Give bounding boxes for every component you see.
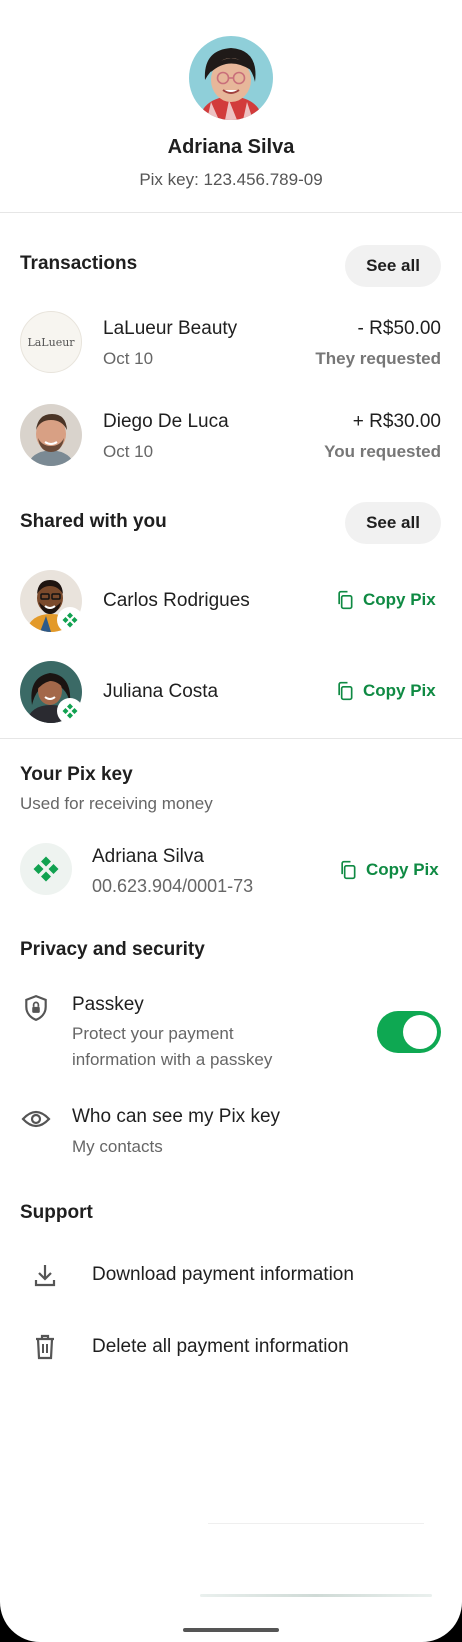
trash-icon [36,1334,54,1360]
copy-pix-button[interactable]: Copy Pix [335,681,436,701]
your-pix-key: 00.623.904/0001-73 [92,876,254,896]
pix-visibility-title: Who can see my Pix key [72,1106,281,1127]
transaction-date: Oct 10 [103,442,154,461]
passkey-toggle[interactable] [377,1011,441,1053]
copy-icon [338,681,353,701]
your-pix-row[interactable]: Adriana Silva 00.623.904/0001-73 Copy Pi… [0,840,462,904]
pix-badge-icon [57,607,83,633]
shared-see-all-button[interactable]: See all [345,502,441,544]
support-title: Support [20,1202,93,1223]
download-icon [34,1265,56,1287]
faint-divider [208,1523,424,1524]
screen: Adriana Silva Pix key: 123.456.789-09 Tr… [0,0,462,1642]
transaction-row-lalueur[interactable]: LaLueur LaLueur Beauty Oct 10 - R$50.00 … [0,310,462,374]
profile-header: Adriana Silva Pix key: 123.456.789-09 [0,0,462,213]
shared-title: Shared with you [20,511,167,532]
copy-pix-button[interactable]: Copy Pix [335,590,436,610]
transaction-date: Oct 10 [103,349,154,368]
pix-visibility-value: My contacts [72,1137,163,1156]
pix-badge-icon [57,698,83,724]
copy-icon [341,860,356,880]
shared-row-carlos[interactable]: Carlos Rodrigues Copy Pix [0,569,462,633]
profile-name: Adriana Silva [167,136,295,158]
download-info-row[interactable]: Download payment information [0,1256,462,1300]
your-pix-name: Adriana Silva [92,846,204,867]
copy-icon [338,590,353,610]
transaction-row-diego[interactable]: Diego De Luca Oct 10 + R$30.00 You reque… [0,403,462,467]
profile-avatar [189,36,273,120]
transaction-name: Diego De Luca [103,411,229,432]
passkey-desc-line2: information with a passkey [72,1050,273,1069]
your-pix-subtitle: Used for receiving money [20,794,213,813]
shared-row-juliana[interactable]: Juliana Costa Copy Pix [0,660,462,724]
bottom-sheet-shadow [200,1594,432,1597]
eye-icon [21,1110,51,1128]
passkey-title: Passkey [72,994,144,1015]
diego-avatar [20,404,82,466]
delete-info-row[interactable]: Delete all payment information [0,1328,462,1372]
delete-info-label: Delete all payment information [92,1336,349,1357]
shield-lock-icon [25,994,47,1022]
your-pix-title: Your Pix key [20,764,133,785]
transaction-name: LaLueur Beauty [103,318,238,339]
toggle-knob [403,1015,437,1049]
copy-pix-button[interactable]: Copy Pix [338,860,439,880]
lalueur-logo: LaLueur [20,311,82,373]
shared-contact-name: Juliana Costa [103,681,219,702]
transactions-title: Transactions [20,253,138,274]
pix-logo-icon [20,843,72,895]
privacy-title: Privacy and security [20,939,205,960]
section-divider [0,738,462,739]
shared-contact-name: Carlos Rodrigues [103,590,250,611]
pix-visibility-row[interactable]: Who can see my Pix key My contacts [0,1104,462,1164]
transaction-status: You requested [324,442,441,461]
home-indicator[interactable] [183,1628,279,1632]
download-info-label: Download payment information [92,1264,354,1285]
transactions-see-all-button[interactable]: See all [345,245,441,287]
passkey-desc-line1: Protect your payment [72,1024,234,1043]
transaction-amount: - R$50.00 [357,318,441,339]
profile-pix-key: Pix key: 123.456.789-09 [139,170,323,189]
transaction-amount: + R$30.00 [352,411,441,432]
transaction-status: They requested [315,349,441,368]
